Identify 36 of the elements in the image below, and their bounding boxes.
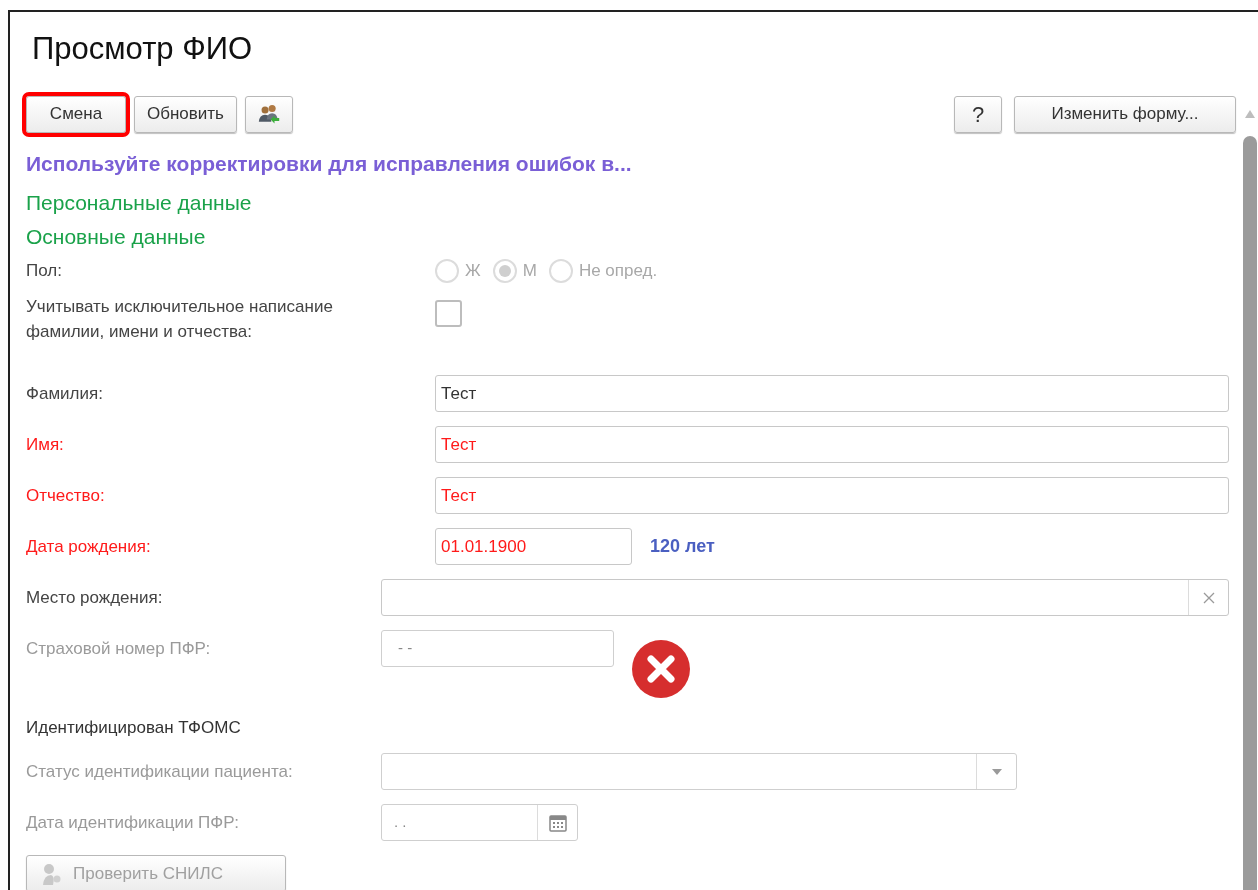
- field-label: Имя:: [26, 434, 64, 454]
- radio-option[interactable]: Не опред.: [548, 258, 658, 284]
- calendar-icon[interactable]: [548, 813, 567, 832]
- text-field[interactable]: Тест: [435, 426, 1229, 463]
- dropdown-icon[interactable]: [991, 768, 1002, 775]
- checkbox[interactable]: [435, 300, 462, 327]
- text-field[interactable]: Тест: [435, 477, 1229, 514]
- window-title: Просмотр ФИО: [31, 29, 253, 68]
- customize-form-button[interactable]: Изменить форму...: [1014, 95, 1236, 133]
- text-field[interactable]: [381, 579, 1229, 616]
- field-label: Дата рождения:: [26, 536, 151, 556]
- radio-option[interactable]: Ж: [435, 258, 481, 284]
- section-heading: Основные данные: [26, 224, 206, 251]
- field-label: Статус идентификации пациента:: [26, 761, 293, 781]
- field-label: Учитывать исключительное написание фамилии, имени и отчества:: [26, 296, 334, 343]
- field-label: Дата идентификации ПФР:: [26, 812, 239, 832]
- select-field[interactable]: [381, 753, 1017, 790]
- scrollbar-thumb[interactable]: [1243, 136, 1257, 890]
- section-heading: Персональные данные: [26, 190, 252, 217]
- notice-text: Используйте корректировки для исправления ошибок в...: [26, 151, 632, 178]
- text-field[interactable]: Тест: [435, 375, 1229, 412]
- field-label: Пол:: [26, 261, 62, 280]
- group-heading: Идентифицирован ТФОМС: [26, 717, 241, 740]
- help-button[interactable]: ?: [954, 95, 1002, 133]
- field-label: Место рождения:: [26, 587, 163, 607]
- date-field[interactable]: 01.01.1900: [435, 528, 632, 565]
- field-label: Фамилия:: [26, 383, 103, 403]
- field-label: Отчество:: [26, 485, 105, 505]
- field-label: Страховой номер ПФР:: [26, 638, 211, 658]
- clear-icon[interactable]: [1202, 591, 1215, 604]
- age-text: 120 лет: [650, 535, 715, 558]
- scroll-up-icon[interactable]: [1245, 110, 1255, 118]
- snils-field: - -: [381, 630, 614, 667]
- people-button[interactable]: [245, 95, 293, 133]
- error-icon: [631, 639, 691, 699]
- toolbar-button[interactable]: Обновить: [134, 95, 237, 133]
